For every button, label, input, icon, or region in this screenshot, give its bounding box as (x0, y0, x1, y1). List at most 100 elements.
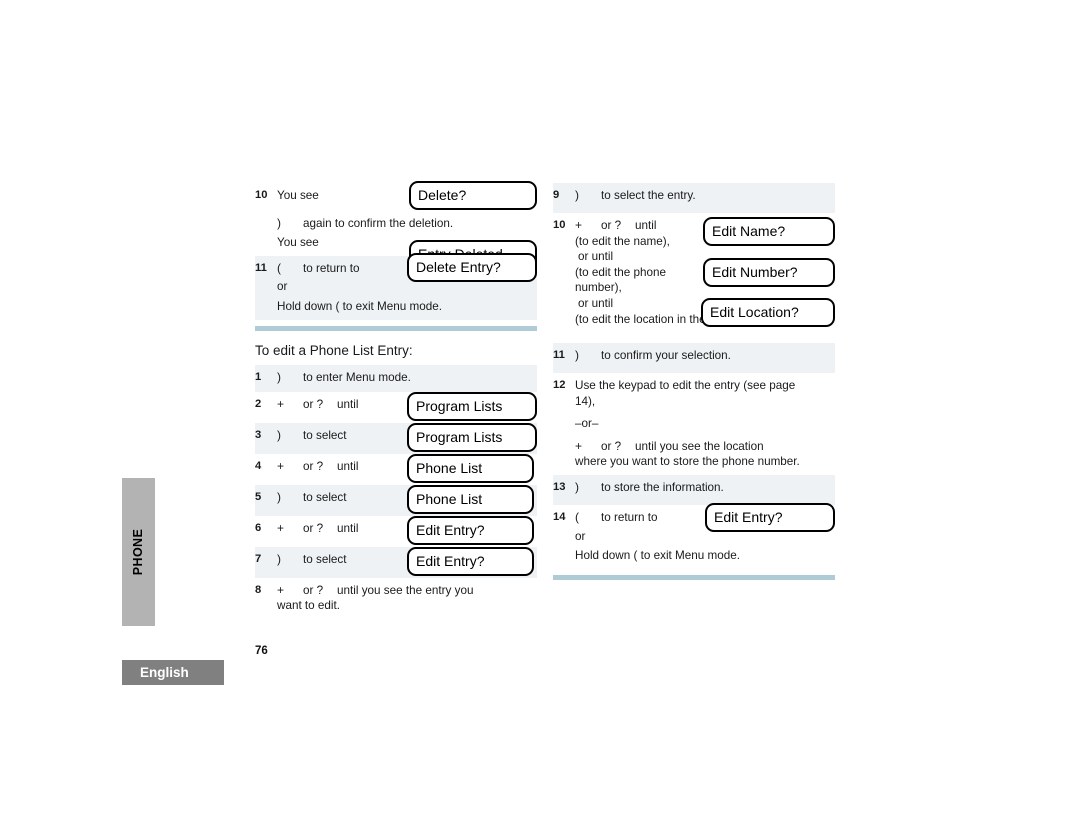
step-line: 14), (553, 394, 835, 410)
step-text: to store the information. (601, 480, 724, 494)
step-row: 1) to enter Menu mode. (255, 364, 537, 392)
step-text: Hold down ( to exit Menu mode. (575, 549, 741, 563)
step-number: 4 (255, 459, 262, 472)
lcd-display-edit-entry: Edit Entry? (705, 502, 835, 532)
key-glyph: ) (575, 479, 579, 494)
key-glyph: ( (277, 260, 281, 275)
lcd-display-edit-number: Edit Number? (703, 258, 835, 287)
step-line: + or ? until you see the location (553, 439, 835, 455)
right-column: 9) to select the entry. 10 + or ? until (to … (553, 183, 835, 580)
step-number: 14 (553, 510, 566, 523)
step-or: or ? (601, 439, 622, 453)
lcd-display-edit-name: Edit Name? (703, 217, 835, 246)
step-row: 7) to select Edit Entry? (255, 546, 537, 578)
step-number: 1 (255, 370, 262, 383)
key-glyph: + (575, 218, 583, 232)
step-until: until (337, 397, 359, 411)
key-glyph: ) (277, 427, 281, 442)
step-line: where you want to store the phone number… (553, 454, 835, 470)
step-until: until (635, 219, 657, 232)
step-text: to select the entry. (601, 189, 696, 202)
language-tab-label: English (140, 665, 189, 680)
step-or-separator: –or– (575, 417, 599, 431)
step-row: 9) to select the entry. (553, 183, 835, 213)
key-glyph: + (277, 582, 285, 597)
lcd-display-phone-list: Phone List (407, 453, 534, 483)
step-line: want to edit. (255, 598, 537, 614)
sidebar-section-tab-label: PHONE (131, 528, 146, 576)
step-number: 12 (553, 379, 566, 391)
step-row: 12 Use the keypad to edit the entry (see … (553, 373, 835, 475)
lcd-display-edit-entry: Edit Entry? (407, 515, 534, 545)
step-line: 8 + or ? until you see the entry you (255, 583, 537, 599)
lcd-display-phone-list: Phone List (407, 484, 534, 514)
key-glyph: + (277, 458, 285, 473)
section-divider-rule (553, 574, 835, 580)
step-row: 6 + or ? until Edit Entry? (255, 515, 537, 547)
step-or: or ? (303, 397, 324, 411)
step-number: 6 (255, 521, 262, 534)
step-number: 8 (255, 583, 262, 596)
step-row: 2 + or ? until Program Lists (255, 391, 537, 423)
step-text: to return to (601, 510, 658, 524)
step-number: 11 (553, 349, 565, 361)
step-or: or ? (303, 459, 324, 473)
step-text: or until (578, 296, 614, 310)
step-line: ) again to confirm the deletion. (255, 216, 537, 232)
key-glyph: ) (575, 188, 579, 202)
step-line: –or– (553, 416, 835, 432)
step-until: until (337, 521, 359, 535)
section-divider-rule (255, 325, 537, 331)
step-row: 4 + or ? until Phone List (255, 453, 537, 485)
step-text: number), (575, 281, 622, 295)
sidebar-section-tab-phone: PHONE (122, 478, 155, 626)
step-until: until you see the entry you (337, 583, 474, 597)
language-tab: English (122, 660, 224, 685)
step-line: Hold down ( to exit Menu mode. (255, 299, 537, 315)
step-row: 10 + or ? until (to edit the name), or unti… (553, 213, 835, 343)
key-glyph: + (277, 520, 285, 535)
step-text: Hold down ( to exit Menu mode. (277, 299, 443, 313)
step-number: 2 (255, 397, 262, 410)
step-until: until (337, 459, 359, 473)
step-text: until you see the location (635, 439, 764, 453)
section-title: To edit a Phone List Entry: (255, 342, 413, 358)
step-text: where you want to store the phone number… (575, 455, 800, 469)
step-row: 14 ( to return to or Hold down ( to exit M… (553, 502, 835, 569)
step-text: again to confirm the deletion. (303, 216, 454, 230)
key-glyph: ) (277, 489, 281, 504)
step-text: (to edit the name), (575, 234, 670, 248)
step-line: 1) to enter Menu mode. (255, 370, 537, 386)
key-glyph: + (277, 396, 285, 411)
step-text: You see (277, 189, 319, 202)
step-line: 11) to confirm your selection. (553, 348, 835, 364)
step-text: to select (303, 490, 347, 504)
step-row: 13) to store the information. (553, 474, 835, 505)
key-glyph: ( (575, 509, 579, 524)
step-number: 13 (553, 480, 566, 493)
step-number: 10 (255, 189, 268, 201)
step-text: want to edit. (277, 599, 341, 613)
step-number: 7 (255, 552, 262, 565)
step-text: or (575, 529, 586, 543)
step-number: 3 (255, 428, 262, 441)
key-glyph: ) (277, 215, 281, 230)
step-or: or ? (303, 583, 324, 597)
step-text: to select (303, 428, 347, 442)
step-text: or until (578, 250, 614, 264)
lcd-display-edit-entry: Edit Entry? (407, 546, 534, 576)
step-text: You see (277, 236, 319, 250)
step-line: Hold down ( to exit Menu mode. (553, 548, 835, 564)
step-line: 13) to store the information. (553, 480, 835, 496)
step-row: 5) to select Phone List (255, 484, 537, 516)
step-number: 10 (553, 219, 566, 231)
key-glyph: + (575, 438, 583, 453)
step-number: 5 (255, 490, 262, 503)
key-glyph: ) (277, 369, 281, 384)
step-row: 10 You see ) again to confirm the deletion… (255, 181, 537, 269)
step-text: to return to (303, 261, 360, 275)
page-number: 76 (255, 645, 268, 657)
step-text: to select (303, 552, 347, 566)
step-text: to enter Menu mode. (303, 370, 411, 384)
step-text: or (277, 280, 288, 294)
